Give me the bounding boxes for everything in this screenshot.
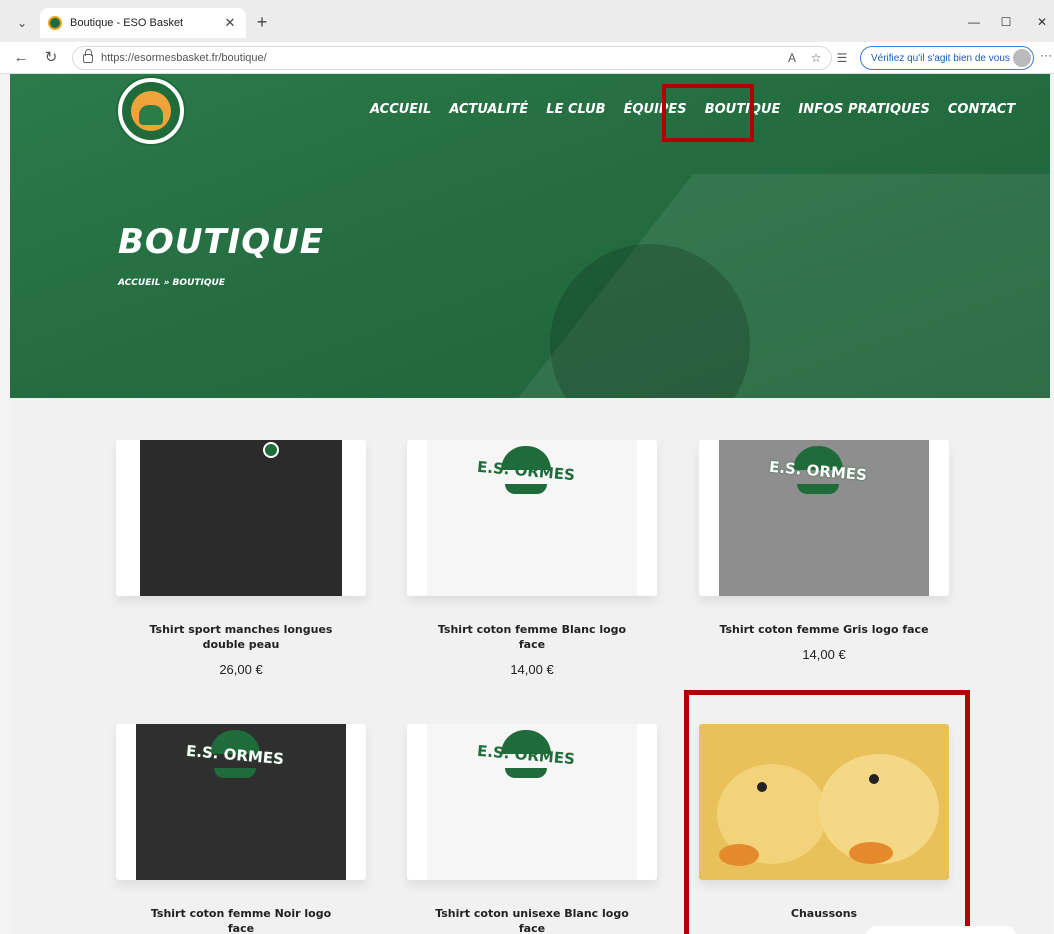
more-options-icon[interactable]: ··· — [1040, 48, 1054, 62]
club-emblem: E.S. ORMES — [471, 730, 581, 780]
hero-banner: ACCUEIL ACTUALITÉ LE CLUB ÉQUIPES BOUTIQ… — [10, 74, 1050, 398]
address-bar[interactable]: https://esormesbasket.fr/boutique/ — [72, 46, 832, 70]
product-name[interactable]: Tshirt coton femme Blanc logo face — [407, 622, 657, 652]
nav-item-infos-pratiques[interactable]: INFOS PRATIQUES — [798, 102, 929, 117]
url-text: https://esormesbasket.fr/boutique/ — [101, 52, 267, 64]
browser-toolbar: ← ↻ https://esormesbasket.fr/boutique/ A… — [0, 42, 1054, 74]
product-price: 14,00 € — [802, 647, 846, 662]
nav-item-accueil[interactable]: ACCUEIL — [370, 102, 431, 117]
boutique-highlight-box — [662, 84, 754, 142]
club-emblem: E.S. ORMES — [180, 730, 290, 780]
page-title: BOUTIQUE — [118, 222, 325, 262]
lock-icon — [83, 48, 93, 63]
product-image[interactable] — [116, 440, 366, 596]
browser-tab[interactable]: Boutique - ESO Basket ✕ — [40, 8, 246, 38]
product-image[interactable]: E.S. ORMES — [407, 724, 657, 880]
product-name[interactable]: Tshirt sport manches longues double peau — [116, 622, 366, 652]
maximize-button[interactable]: ☐ — [994, 12, 1018, 32]
product-card[interactable]: E.S. ORMES Tshirt coton femme Gris logo … — [699, 440, 949, 662]
chat-widget[interactable] — [866, 926, 1016, 934]
minimize-button[interactable]: — — [962, 12, 986, 32]
product-price: 14,00 € — [510, 662, 554, 677]
browser-window: ⌄ Boutique - ESO Basket ✕ + — ☐ ✕ ← ↻ ht… — [0, 0, 1054, 934]
read-aloud-icon[interactable]: A — [782, 48, 802, 68]
new-tab-button[interactable]: + — [250, 11, 274, 33]
avatar — [1013, 49, 1031, 67]
club-emblem: E.S. ORMES — [763, 446, 873, 496]
product-name[interactable]: Tshirt coton femme Noir logo face — [116, 906, 366, 934]
tab-title: Boutique - ESO Basket — [70, 17, 184, 29]
refresh-button[interactable]: ↻ — [40, 48, 62, 68]
tab-list-button[interactable]: ⌄ — [10, 12, 34, 34]
favorites-bar-icon[interactable]: ☰ — [832, 48, 852, 68]
product-price: 26,00 € — [219, 662, 263, 677]
chaussons-highlight-box — [684, 690, 970, 934]
tab-strip: ⌄ Boutique - ESO Basket ✕ + — ☐ ✕ — [0, 0, 1054, 42]
nav-item-contact[interactable]: CONTACT — [948, 102, 1015, 117]
club-logo[interactable] — [118, 78, 184, 144]
product-name[interactable]: Tshirt coton femme Gris logo face — [699, 622, 949, 637]
close-window-button[interactable]: ✕ — [1030, 12, 1054, 32]
nav-item-le-club[interactable]: LE CLUB — [546, 102, 605, 117]
favorite-star-icon[interactable]: ☆ — [806, 48, 826, 68]
product-image[interactable]: E.S. ORMES — [407, 440, 657, 596]
club-emblem: E.S. ORMES — [471, 446, 581, 496]
product-card[interactable]: E.S. ORMES Tshirt coton unisexe Blanc lo… — [407, 724, 657, 934]
nav-item-actualite[interactable]: ACTUALITÉ — [449, 102, 528, 117]
close-tab-icon[interactable]: ✕ — [222, 15, 238, 31]
favicon-icon — [48, 16, 62, 30]
product-image[interactable]: E.S. ORMES — [116, 724, 366, 880]
product-card[interactable]: E.S. ORMES Tshirt coton femme Noir logo … — [116, 724, 366, 934]
web-page: ACCUEIL ACTUALITÉ LE CLUB ÉQUIPES BOUTIQ… — [10, 74, 1050, 934]
product-card[interactable]: Tshirt sport manches longues double peau… — [116, 440, 366, 677]
product-card[interactable]: E.S. ORMES Tshirt coton femme Blanc logo… — [407, 440, 657, 677]
profile-verify-button[interactable]: Vérifiez qu'il s'agit bien de vous — [860, 46, 1034, 70]
product-image[interactable]: E.S. ORMES — [699, 440, 949, 596]
back-button[interactable]: ← — [10, 48, 32, 68]
breadcrumb: ACCUEIL » BOUTIQUE — [118, 278, 225, 288]
small-logo-icon — [263, 442, 279, 458]
product-name[interactable]: Tshirt coton unisexe Blanc logo face — [407, 906, 657, 934]
verify-text: Vérifiez qu'il s'agit bien de vous — [871, 52, 1010, 64]
shirt-image — [140, 440, 342, 596]
